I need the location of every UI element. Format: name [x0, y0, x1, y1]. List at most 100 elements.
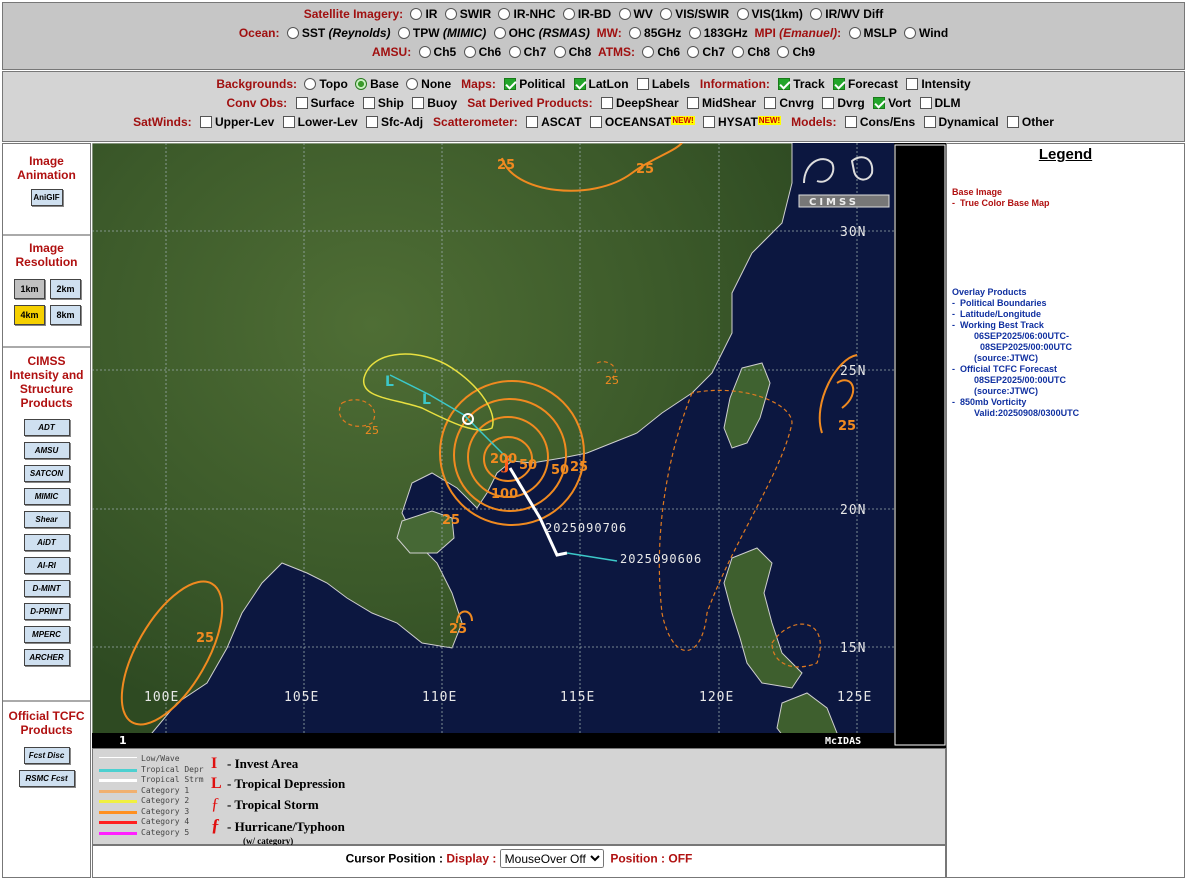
anigif-button[interactable]: AniGIF — [30, 189, 63, 206]
checkbox-midshear[interactable] — [687, 97, 699, 109]
checkbox-sfc-adj[interactable] — [366, 116, 379, 128]
checkbox-cnvrg[interactable] — [764, 97, 777, 109]
radio-atms-ch6[interactable] — [642, 46, 655, 58]
d-mint-button[interactable]: D-MINT — [23, 580, 70, 597]
radio-swir[interactable] — [444, 8, 457, 20]
checkbox-ship[interactable] — [362, 97, 375, 109]
imagery-row: Satellite Imagery: IR SWIR IR-NHC IR-BD … — [3, 7, 1184, 21]
option-label: VIS/SWIR — [675, 7, 730, 21]
tpw-label: TPW — [412, 26, 440, 40]
radio-ir-nhc[interactable] — [498, 8, 511, 20]
archer-button[interactable]: ARCHER — [23, 649, 70, 666]
option-label: SWIR — [459, 7, 492, 21]
option-label: MSLP — [863, 26, 897, 40]
checkbox-vort[interactable] — [873, 97, 886, 109]
option-label: ASCAT — [541, 115, 582, 129]
checkbox-cons-ens[interactable] — [844, 116, 857, 128]
satcon-button[interactable]: SATCON — [23, 465, 70, 482]
radio-ir-wv-diff[interactable] — [810, 8, 823, 20]
adt-button[interactable]: ADT — [23, 419, 70, 436]
checkbox-buoy[interactable] — [412, 97, 425, 109]
radio-wind[interactable] — [903, 27, 916, 39]
d-print-button[interactable]: D-PRINT — [23, 603, 70, 620]
new-badge: NEW! — [757, 116, 782, 125]
res-1km-button[interactable]: 1km — [14, 279, 45, 299]
checkbox-forecast[interactable] — [832, 78, 845, 90]
checkbox-hysat[interactable] — [703, 116, 716, 128]
radio-ir-bd[interactable] — [562, 8, 575, 20]
radio-wv[interactable] — [618, 8, 631, 20]
ai-ri-button[interactable]: AI-RI — [23, 557, 70, 574]
radio-none[interactable] — [406, 78, 419, 90]
checkbox-dynamical[interactable] — [923, 116, 936, 128]
overlay-item: 08SEP2025/00:00UTC — [980, 342, 1073, 352]
radio-183ghz[interactable] — [688, 27, 701, 39]
res-8km-button[interactable]: 8km — [50, 305, 81, 325]
aidt-button[interactable]: AiDT — [23, 534, 70, 551]
base-image-title: Base Image — [952, 187, 1003, 197]
checkbox-other[interactable] — [1006, 116, 1019, 128]
satwinds-label: SatWinds: — [133, 115, 192, 129]
checkbox-political[interactable] — [504, 78, 517, 90]
shear-button[interactable]: Shear — [23, 511, 70, 528]
checkbox-dlm[interactable] — [919, 97, 932, 109]
radio-amsu-ch7[interactable] — [508, 46, 521, 58]
option-label: MidShear — [702, 96, 757, 110]
overlay-item: 06SEP2025/06:00UTC- — [974, 331, 1070, 341]
checkbox-intensity[interactable] — [906, 78, 919, 90]
track-key-row: Low/Wave — [97, 754, 207, 764]
radio-topo[interactable] — [304, 78, 317, 90]
checkbox-oceansat[interactable] — [589, 116, 602, 128]
radio-amsu-ch8[interactable] — [553, 46, 566, 58]
rsmc-fcst-button[interactable]: RSMC Fcst — [18, 770, 75, 787]
track-key-line — [99, 800, 137, 803]
checkbox-dvrg[interactable] — [822, 97, 835, 109]
satellite-map[interactable]: 30N 25N 20N 15N 100E 105E 110E 115E 120E… — [92, 143, 946, 748]
radio-sst[interactable] — [286, 27, 299, 39]
radio-amsu-ch5[interactable] — [418, 46, 431, 58]
display-select[interactable]: MouseOver Off — [499, 849, 604, 868]
radio-amsu-ch6[interactable] — [463, 46, 476, 58]
option-label: OCEANSAT — [604, 115, 672, 129]
amsu-button[interactable]: AMSU — [23, 442, 70, 459]
checkbox-latlon[interactable] — [573, 78, 586, 90]
radio-atms-ch8[interactable] — [732, 46, 745, 58]
option-label: Intensity — [921, 77, 971, 91]
checkbox-upper-lev[interactable] — [199, 116, 212, 128]
mimic-button[interactable]: MIMIC — [23, 488, 70, 505]
forecast-l-icon: L — [422, 392, 431, 408]
radio-base[interactable] — [355, 78, 368, 90]
radio-mslp[interactable] — [848, 27, 861, 39]
fcst-disc-button[interactable]: Fcst Disc — [23, 747, 70, 764]
sst-source: (Reynolds) — [328, 26, 391, 40]
depression-icon: L — [211, 775, 222, 792]
lat-label-15n: 15N — [840, 641, 866, 656]
lat-label-20n: 20N — [840, 503, 866, 518]
checkbox-lower-lev[interactable] — [282, 116, 295, 128]
radio-vis-swir[interactable] — [660, 8, 673, 20]
overlay-products-title: Overlay Products — [952, 287, 1027, 297]
symbol-key: I - Invest Area L - Tropical Depression ƒ-… — [211, 754, 345, 846]
res-4km-button[interactable]: 4km — [14, 305, 45, 325]
checkbox-track[interactable] — [778, 78, 791, 90]
option-label: Ship — [377, 96, 404, 110]
radio-atms-ch9[interactable] — [777, 46, 790, 58]
checkbox-labels[interactable] — [636, 78, 649, 90]
radio-atms-ch7[interactable] — [687, 46, 700, 58]
track-key-label: Tropical Depr — [141, 764, 204, 774]
mperc-button[interactable]: MPERC — [23, 626, 70, 643]
option-label: Cnvrg — [779, 96, 815, 110]
track-key-bar: Low/Wave Tropical Depr Tropical Strm Catego… — [92, 748, 946, 846]
checkbox-deepshear[interactable] — [600, 97, 613, 109]
option-label: Cons/Ens — [859, 115, 916, 129]
option-label: VIS(1km) — [751, 7, 803, 21]
checkbox-surface[interactable] — [295, 97, 308, 109]
res-2km-button[interactable]: 2km — [50, 279, 81, 299]
radio-tpw[interactable] — [397, 27, 410, 39]
radio-ir[interactable] — [410, 8, 423, 20]
radio-85ghz[interactable] — [629, 27, 642, 39]
radio-vis-1km[interactable] — [736, 8, 749, 20]
radio-ohc[interactable] — [493, 27, 506, 39]
lon-label-125e: 125E — [837, 690, 872, 705]
checkbox-ascat[interactable] — [526, 116, 539, 128]
